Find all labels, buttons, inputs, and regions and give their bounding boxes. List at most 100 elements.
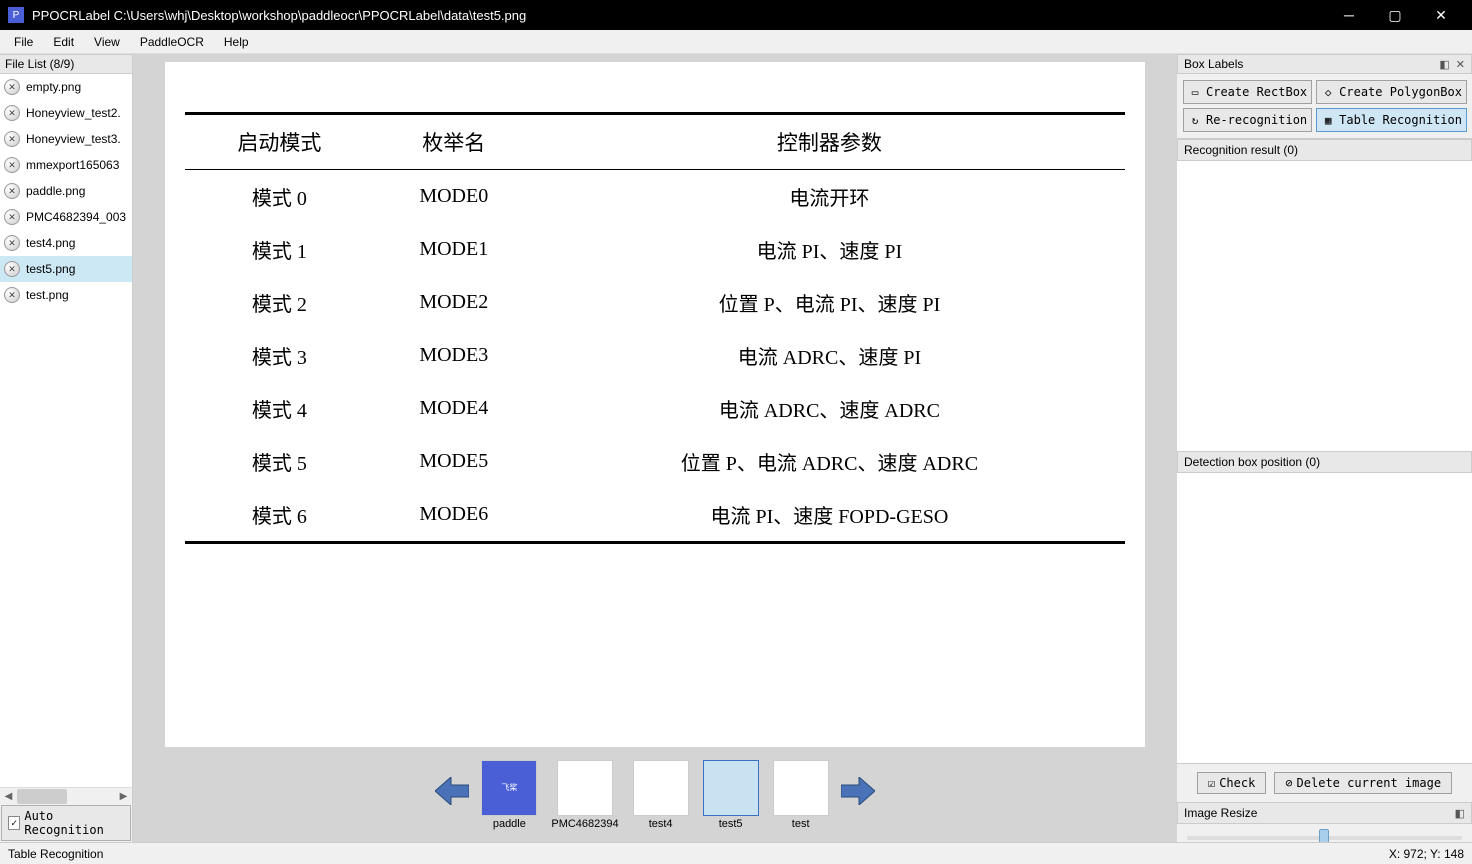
table-cell: MODE5 xyxy=(374,435,534,488)
scroll-left-icon[interactable]: ◀ xyxy=(0,788,17,805)
box-labels-header: Box Labels ◧ ✕ xyxy=(1177,54,1472,74)
minimize-button[interactable]: ─ xyxy=(1326,0,1372,30)
table-icon: ▦ xyxy=(1321,113,1335,127)
thumbnail[interactable]: test xyxy=(773,760,829,830)
box-labels-title: Box Labels xyxy=(1184,57,1243,71)
delete-icon: ⊘ xyxy=(1285,776,1292,790)
thumbnail-image xyxy=(557,760,613,816)
auto-recognition-label: Auto Recognition xyxy=(24,809,124,837)
window-title: PPOCRLabel C:\Users\whj\Desktop\workshop… xyxy=(32,8,1326,23)
resize-slider[interactable] xyxy=(1187,836,1462,840)
file-list-title: File List (8/9) xyxy=(5,57,74,71)
table-row: 模式 1MODE1电流 PI、速度 PI xyxy=(185,223,1125,276)
create-rectbox-button[interactable]: ▭Create RectBox xyxy=(1183,80,1312,104)
file-item[interactable]: ✕Honeyview_test2. xyxy=(0,100,132,126)
table-cell: 电流 PI、速度 PI xyxy=(534,223,1125,276)
delete-label: Delete current image xyxy=(1297,776,1442,790)
file-status-icon: ✕ xyxy=(4,131,20,147)
statusbar: Table Recognition X: 972; Y: 148 xyxy=(0,842,1472,864)
file-item-label: mmexport165063 xyxy=(26,158,119,172)
file-item-label: paddle.png xyxy=(26,184,85,198)
image-document: 启动模式枚举名控制器参数 模式 0MODE0电流开环模式 1MODE1电流 PI… xyxy=(165,62,1145,747)
table-cell: 电流 ADRC、速度 PI xyxy=(534,329,1125,382)
thumbnail[interactable]: PMC4682394 xyxy=(551,760,618,830)
file-item[interactable]: ✕ PMC4682394_003 xyxy=(0,204,132,230)
table-row: 模式 3MODE3电流 ADRC、速度 PI xyxy=(185,329,1125,382)
table-cell: 模式 4 xyxy=(185,382,374,435)
file-item[interactable]: ✕test4.png xyxy=(0,230,132,256)
recognition-result-list[interactable] xyxy=(1177,161,1472,451)
thumbnail[interactable]: test5 xyxy=(703,760,759,830)
menu-view[interactable]: View xyxy=(84,32,130,52)
file-item[interactable]: ✕Honeyview_test3. xyxy=(0,126,132,152)
recognition-result-header: Recognition result (0) xyxy=(1177,139,1472,161)
thumbnail[interactable]: 飞桨 paddle xyxy=(481,760,537,830)
image-resize-title: Image Resize xyxy=(1184,806,1257,820)
menu-edit[interactable]: Edit xyxy=(43,32,84,52)
menu-paddleocr[interactable]: PaddleOCR xyxy=(130,32,214,52)
undock-icon[interactable]: ◧ xyxy=(1439,58,1449,71)
tool-buttons: ▭Create RectBox ◇ Create PolygonBox ↻Re-r… xyxy=(1177,74,1472,139)
file-list-panel: File List (8/9) ✕empty.png✕Honeyview_tes… xyxy=(0,54,133,842)
file-status-icon: ✕ xyxy=(4,183,20,199)
thumbnail[interactable]: test4 xyxy=(633,760,689,830)
detection-position-list[interactable] xyxy=(1177,473,1472,763)
table-cell: MODE6 xyxy=(374,488,534,543)
table-recognition-button[interactable]: ▦Table Recognition xyxy=(1316,108,1467,132)
close-panel-icon[interactable]: ✕ xyxy=(1456,58,1465,71)
file-status-icon: ✕ xyxy=(4,235,20,251)
file-status-icon: ✕ xyxy=(4,157,20,173)
thumbnail-label: paddle xyxy=(493,818,526,830)
file-status-icon: ✕ xyxy=(4,209,20,225)
check-label: Check xyxy=(1219,776,1255,790)
file-item-label: Honeyview_test2. xyxy=(26,106,121,120)
status-coordinates: X: 972; Y: 148 xyxy=(1389,847,1464,861)
document-table: 启动模式枚举名控制器参数 模式 0MODE0电流开环模式 1MODE1电流 PI… xyxy=(185,112,1125,544)
table-cell: 模式 2 xyxy=(185,276,374,329)
file-item-label: PMC4682394_003 xyxy=(26,210,126,224)
table-cell: 位置 P、电流 PI、速度 PI xyxy=(534,276,1125,329)
file-status-icon: ✕ xyxy=(4,287,20,303)
check-icon: ☑ xyxy=(1208,776,1215,790)
next-image-arrow[interactable] xyxy=(841,776,875,813)
center-panel: 启动模式枚举名控制器参数 模式 0MODE0电流开环模式 1MODE1电流 PI… xyxy=(133,54,1177,842)
table-cell: 模式 3 xyxy=(185,329,374,382)
file-item-label: empty.png xyxy=(26,80,81,94)
menu-help[interactable]: Help xyxy=(214,32,259,52)
table-cell: 位置 P、电流 ADRC、速度 ADRC xyxy=(534,435,1125,488)
undock-resize-icon[interactable]: ◧ xyxy=(1455,807,1465,820)
scroll-thumb[interactable] xyxy=(17,789,67,804)
create-polygonbox-label: Create PolygonBox xyxy=(1339,85,1462,99)
table-header-cell: 启动模式 xyxy=(185,114,374,170)
polygon-icon: ◇ xyxy=(1321,85,1335,99)
table-cell: MODE2 xyxy=(374,276,534,329)
file-status-icon: ✕ xyxy=(4,261,20,277)
maximize-button[interactable]: ▢ xyxy=(1372,0,1418,30)
file-item[interactable]: ✕ mmexport165063 xyxy=(0,152,132,178)
image-resize-body xyxy=(1177,824,1472,842)
file-item[interactable]: ✕ paddle.png xyxy=(0,178,132,204)
thumbnail-image: 飞桨 xyxy=(481,760,537,816)
image-resize-header: Image Resize ◧ xyxy=(1177,802,1472,824)
file-list-scrollbar[interactable]: ◀ ▶ xyxy=(0,787,132,804)
scroll-right-icon[interactable]: ▶ xyxy=(115,788,132,805)
auto-recognition-button[interactable]: Auto Recognition xyxy=(1,805,131,841)
thumbnail-label: test xyxy=(792,818,810,830)
menu-file[interactable]: File xyxy=(4,32,43,52)
recognition-result-title: Recognition result (0) xyxy=(1184,143,1298,157)
check-button[interactable]: ☑ Check xyxy=(1197,772,1266,794)
file-item[interactable]: ✕test.png xyxy=(0,282,132,308)
table-cell: MODE4 xyxy=(374,382,534,435)
create-polygonbox-button[interactable]: ◇ Create PolygonBox xyxy=(1316,80,1467,104)
close-button[interactable]: ✕ xyxy=(1418,0,1464,30)
refresh-icon: ↻ xyxy=(1188,113,1202,127)
delete-image-button[interactable]: ⊘ Delete current image xyxy=(1274,772,1452,794)
file-item[interactable]: ✕test5.png xyxy=(0,256,132,282)
file-item[interactable]: ✕empty.png xyxy=(0,74,132,100)
file-list[interactable]: ✕empty.png✕Honeyview_test2.✕Honeyview_te… xyxy=(0,74,132,787)
resize-slider-thumb[interactable] xyxy=(1319,829,1329,842)
canvas-area[interactable]: 启动模式枚举名控制器参数 模式 0MODE0电流开环模式 1MODE1电流 PI… xyxy=(133,54,1177,747)
prev-image-arrow[interactable] xyxy=(435,776,469,813)
titlebar: P PPOCRLabel C:\Users\whj\Desktop\worksh… xyxy=(0,0,1472,30)
re-recognition-button[interactable]: ↻Re-recognition xyxy=(1183,108,1312,132)
